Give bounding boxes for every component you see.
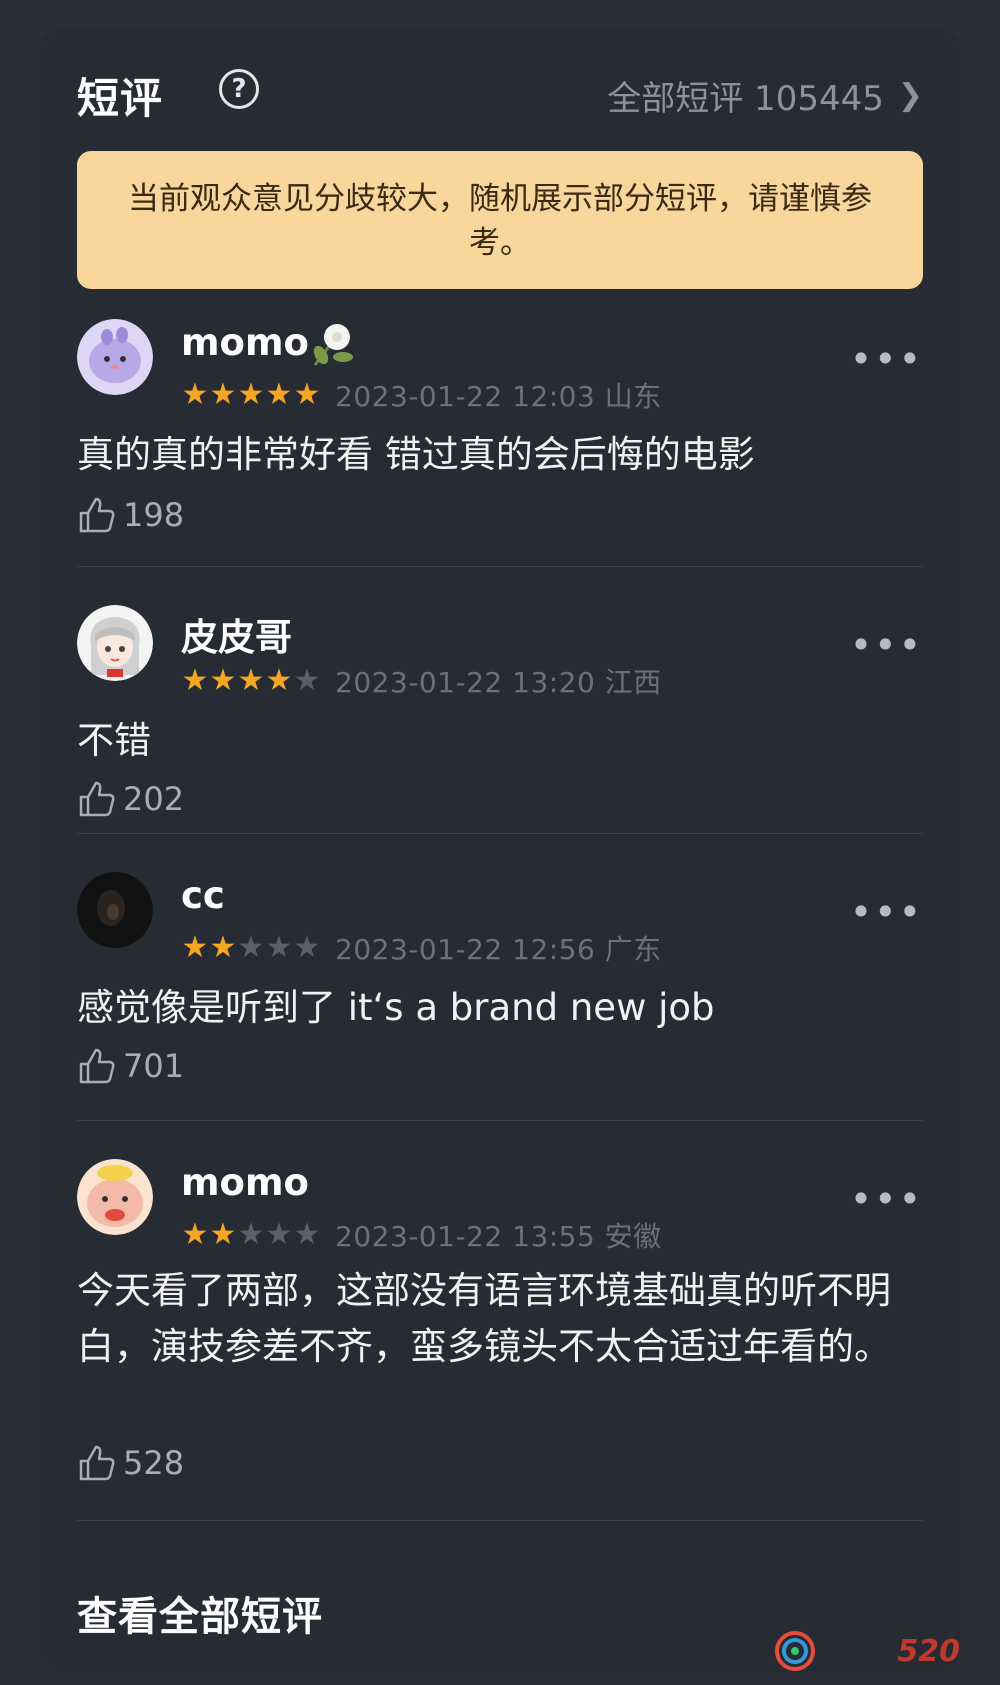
purple-blob-avatar-icon (77, 319, 153, 395)
all-reviews-link[interactable]: 全部短评 105445 ❯ (607, 71, 923, 120)
dark-photo-avatar-icon (77, 872, 153, 948)
star-icon: ★ (293, 1217, 321, 1252)
like-button[interactable]: 701 (77, 1046, 184, 1086)
star-icon: ★ (209, 663, 237, 698)
thumbs-up-icon (79, 497, 115, 533)
like-count: 701 (123, 1047, 185, 1085)
rating-stars: ★ ★ ★ ★ ★ (181, 666, 321, 696)
more-options-icon[interactable]: ••• (850, 626, 923, 664)
pink-blob-avatar-icon (77, 1159, 153, 1235)
star-icon: ★ (265, 930, 293, 965)
watermark: 520 (773, 1629, 960, 1673)
rating-stars: ★ ★ ★ ★ ★ (181, 933, 321, 963)
star-icon: ★ (181, 930, 209, 965)
review-username[interactable]: momo (181, 1161, 309, 1204)
review-username[interactable]: cc (181, 874, 225, 917)
flower-badge-icon (313, 324, 353, 366)
star-icon: ★ (181, 663, 209, 698)
thumbs-up-icon (79, 1445, 115, 1481)
review-item: momo ★ ★ ★ ★ ★ 2023-01-22 12:03 山东 ••• 真… (77, 319, 923, 567)
section-title: 短评 (77, 74, 164, 123)
star-icon: ★ (265, 1217, 293, 1252)
review-list: momo ★ ★ ★ ★ ★ 2023-01-22 12:03 山东 ••• 真… (77, 319, 923, 1521)
site-logo-icon (775, 1631, 816, 1671)
view-all-reviews-button[interactable]: 查看全部短评 (77, 1584, 323, 1642)
like-button[interactable]: 528 (77, 1443, 184, 1483)
avatar[interactable] (77, 605, 153, 681)
review-meta: ★ ★ ★ ★ ★ 2023-01-22 12:56 广东 (181, 928, 662, 968)
like-count: 528 (123, 1444, 185, 1482)
thumbs-up-icon (79, 781, 115, 817)
watermark-number: 520 (897, 1633, 960, 1669)
star-icon: ★ (293, 930, 321, 965)
review-content: 今天看了两部，这部没有语言环境基础真的听不明白，演技参差不齐，蛮多镜头不太合适过… (77, 1269, 891, 1368)
like-count: 202 (123, 780, 185, 818)
star-icon: ★ (181, 377, 209, 412)
divergence-notice: 当前观众意见分歧较大，随机展示部分短评，请谨慎参考。 (77, 151, 923, 289)
like-button[interactable]: 198 (77, 495, 184, 535)
more-options-icon[interactable]: ••• (850, 340, 923, 378)
avatar[interactable] (77, 319, 153, 395)
star-icon: ★ (209, 1217, 237, 1252)
question-circle-icon[interactable]: ? (219, 69, 259, 109)
star-icon: ★ (209, 930, 237, 965)
star-icon: ★ (293, 377, 321, 412)
review-meta: ★ ★ ★ ★ ★ 2023-01-22 12:03 山东 (181, 375, 662, 415)
star-icon: ★ (237, 1217, 265, 1252)
notice-text: 当前观众意见分歧较大，随机展示部分短评，请谨慎参考。 (128, 181, 872, 261)
review-item: cc ★ ★ ★ ★ ★ 2023-01-22 12:56 广东 ••• 感觉像… (77, 834, 923, 1121)
review-item: momo ★ ★ ★ ★ ★ 2023-01-22 13:55 安徽 ••• 今… (77, 1121, 923, 1521)
star-icon: ★ (181, 1217, 209, 1252)
rating-stars: ★ ★ ★ ★ ★ (181, 1220, 321, 1250)
thumbs-up-icon (79, 1048, 115, 1084)
more-options-icon[interactable]: ••• (850, 1180, 923, 1218)
star-icon: ★ (293, 663, 321, 698)
star-icon: ★ (265, 663, 293, 698)
like-count: 198 (123, 496, 185, 534)
review-meta: ★ ★ ★ ★ ★ 2023-01-22 13:55 安徽 (181, 1215, 662, 1255)
review-username[interactable]: momo (181, 321, 309, 364)
all-reviews-label: 全部短评 105445 (607, 79, 884, 119)
review-time-location: 2023-01-22 12:03 山东 (335, 380, 662, 413)
star-icon: ★ (209, 377, 237, 412)
review-content: 不错 (77, 719, 151, 762)
avatar[interactable] (77, 1159, 153, 1235)
anime-girl-avatar-icon (77, 605, 153, 681)
more-options-icon[interactable]: ••• (850, 893, 923, 931)
review-content: 感觉像是听到了 it‘s a brand new job (77, 986, 715, 1029)
chevron-right-icon: ❯ (897, 78, 923, 113)
card-header: 短评 ? 全部短评 105445 ❯ (77, 55, 923, 125)
review-item: 皮皮哥 ★ ★ ★ ★ ★ 2023-01-22 13:20 江西 ••• 不错 (77, 567, 923, 834)
review-username[interactable]: 皮皮哥 (181, 607, 292, 661)
like-button[interactable]: 202 (77, 779, 184, 819)
review-content: 真的真的非常好看 错过真的会后悔的电影 (77, 433, 755, 476)
rating-stars: ★ ★ ★ ★ ★ (181, 380, 321, 410)
star-icon: ★ (237, 377, 265, 412)
avatar[interactable] (77, 872, 153, 948)
star-icon: ★ (237, 663, 265, 698)
review-time-location: 2023-01-22 13:55 安徽 (335, 1220, 662, 1253)
star-icon: ★ (265, 377, 293, 412)
review-time-location: 2023-01-22 13:20 江西 (335, 666, 662, 699)
review-time-location: 2023-01-22 12:56 广东 (335, 933, 662, 966)
star-icon: ★ (237, 930, 265, 965)
short-review-card: 短评 ? 全部短评 105445 ❯ 当前观众意见分歧较大，随机展示部分短评，请… (39, 29, 961, 1673)
review-meta: ★ ★ ★ ★ ★ 2023-01-22 13:20 江西 (181, 661, 662, 701)
